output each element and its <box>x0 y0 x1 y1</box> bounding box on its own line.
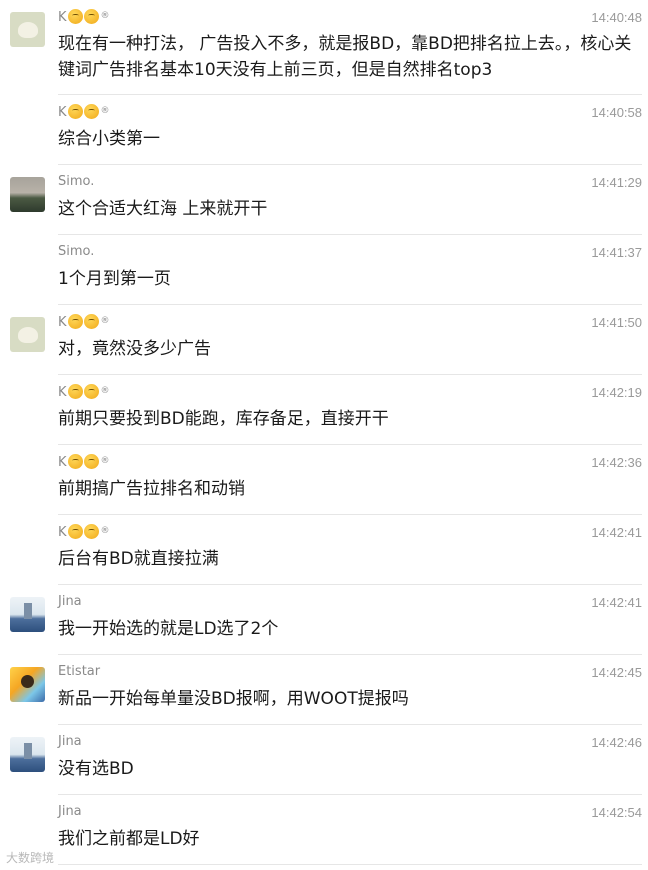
sender-name: K ® <box>58 384 110 400</box>
thinking-emoji-icon <box>83 454 99 469</box>
thinking-emoji-icon <box>67 9 83 24</box>
thinking-emoji-icon <box>67 524 83 539</box>
sender-name: K ® <box>58 104 110 120</box>
registered-mark-icon: ® <box>100 456 110 466</box>
registered-mark-icon: ® <box>100 106 110 116</box>
chat-message[interactable]: K ® 14:40:58 综合小类第一 <box>0 95 648 165</box>
sender-name: Simo. <box>58 244 95 259</box>
sender-name: K ® <box>58 314 110 330</box>
thinking-emoji-icon <box>67 314 83 329</box>
message-timestamp: 14:42:46 <box>591 735 642 750</box>
message-text: 前期只要投到BD能跑，库存备足，直接开干 <box>58 409 389 429</box>
message-text: 新品一开始每单量没BD报啊，用WOOT提报吗 <box>58 689 409 709</box>
watermark: 大数跨境 <box>6 851 55 865</box>
avatar[interactable] <box>10 12 45 47</box>
registered-mark-icon: ® <box>100 316 110 326</box>
chat-message[interactable]: K ® 14:42:41 后台有BD就直接拉满 <box>0 515 648 585</box>
sender-name: Jina <box>58 804 82 819</box>
avatar[interactable] <box>10 737 45 772</box>
message-text: 我一开始选的就是LD选了2个 <box>58 619 279 639</box>
thinking-emoji-icon <box>67 454 83 469</box>
message-text: 1个月到第一页 <box>58 269 171 289</box>
thinking-emoji-icon <box>67 104 83 119</box>
chat-message[interactable]: Simo. 14:41:29 这个合适大红海 上来就开干 <box>0 165 648 235</box>
message-text: 这个合适大红海 上来就开干 <box>58 199 268 219</box>
message-text: 没有选BD <box>58 759 134 779</box>
message-text: 现在有一种打法， 广告投入不多，就是报BD，靠BD把排名拉上去。，核心关键词广告… <box>58 34 632 80</box>
message-timestamp: 14:40:58 <box>591 105 642 120</box>
chat-message-list[interactable]: K ® 14:40:48 现在有一种打法， 广告投入不多，就是报BD，靠BD把排名拉上… <box>0 0 648 865</box>
message-timestamp: 14:42:36 <box>591 455 642 470</box>
message-text: 后台有BD就直接拉满 <box>58 549 219 569</box>
thinking-emoji-icon <box>83 524 99 539</box>
registered-mark-icon: ® <box>100 526 110 536</box>
sender-name: Jina <box>58 734 82 749</box>
chat-message[interactable]: K ® 14:42:19 前期只要投到BD能跑，库存备足，直接开干 <box>0 375 648 445</box>
message-timestamp: 14:40:48 <box>591 10 642 25</box>
message-divider <box>58 864 642 865</box>
avatar[interactable] <box>10 597 45 632</box>
chat-message[interactable]: K ® 14:41:50 对，竟然没多少广告 <box>0 305 648 375</box>
thinking-emoji-icon <box>83 104 99 119</box>
message-timestamp: 14:42:54 <box>591 805 642 820</box>
chat-message[interactable]: Etistar 14:42:45 新品一开始每单量没BD报啊，用WOOT提报吗 <box>0 655 648 725</box>
message-timestamp: 14:41:50 <box>591 315 642 330</box>
sender-name: Simo. <box>58 174 95 189</box>
chat-message[interactable]: K ® 14:40:48 现在有一种打法， 广告投入不多，就是报BD，靠BD把排名拉上… <box>0 0 648 95</box>
sender-name: Jina <box>58 594 82 609</box>
thinking-emoji-icon <box>67 384 83 399</box>
thinking-emoji-icon <box>83 9 99 24</box>
sender-name: K ® <box>58 9 110 25</box>
message-text: 综合小类第一 <box>58 129 160 149</box>
thinking-emoji-icon <box>83 384 99 399</box>
chat-message[interactable]: Jina 14:42:54 我们之前都是LD好 <box>0 795 648 865</box>
message-text: 对，竟然没多少广告 <box>58 339 211 359</box>
avatar[interactable] <box>10 317 45 352</box>
chat-message[interactable]: Jina 14:42:41 我一开始选的就是LD选了2个 <box>0 585 648 655</box>
message-timestamp: 14:42:41 <box>591 595 642 610</box>
avatar[interactable] <box>10 177 45 212</box>
chat-message[interactable]: K ® 14:42:36 前期搞广告拉排名和动销 <box>0 445 648 515</box>
sender-name: K ® <box>58 524 110 540</box>
sender-name: Etistar <box>58 664 101 679</box>
registered-mark-icon: ® <box>100 11 110 21</box>
chat-message[interactable]: Jina 14:42:46 没有选BD <box>0 725 648 795</box>
chat-message[interactable]: Simo. 14:41:37 1个月到第一页 <box>0 235 648 305</box>
message-timestamp: 14:42:41 <box>591 525 642 540</box>
message-timestamp: 14:41:37 <box>591 245 642 260</box>
message-timestamp: 14:42:19 <box>591 385 642 400</box>
message-text: 前期搞广告拉排名和动销 <box>58 479 245 499</box>
message-timestamp: 14:41:29 <box>591 175 642 190</box>
sender-name: K ® <box>58 454 110 470</box>
registered-mark-icon: ® <box>100 386 110 396</box>
thinking-emoji-icon <box>83 314 99 329</box>
message-timestamp: 14:42:45 <box>591 665 642 680</box>
avatar[interactable] <box>10 667 45 702</box>
message-text: 我们之前都是LD好 <box>58 829 200 849</box>
